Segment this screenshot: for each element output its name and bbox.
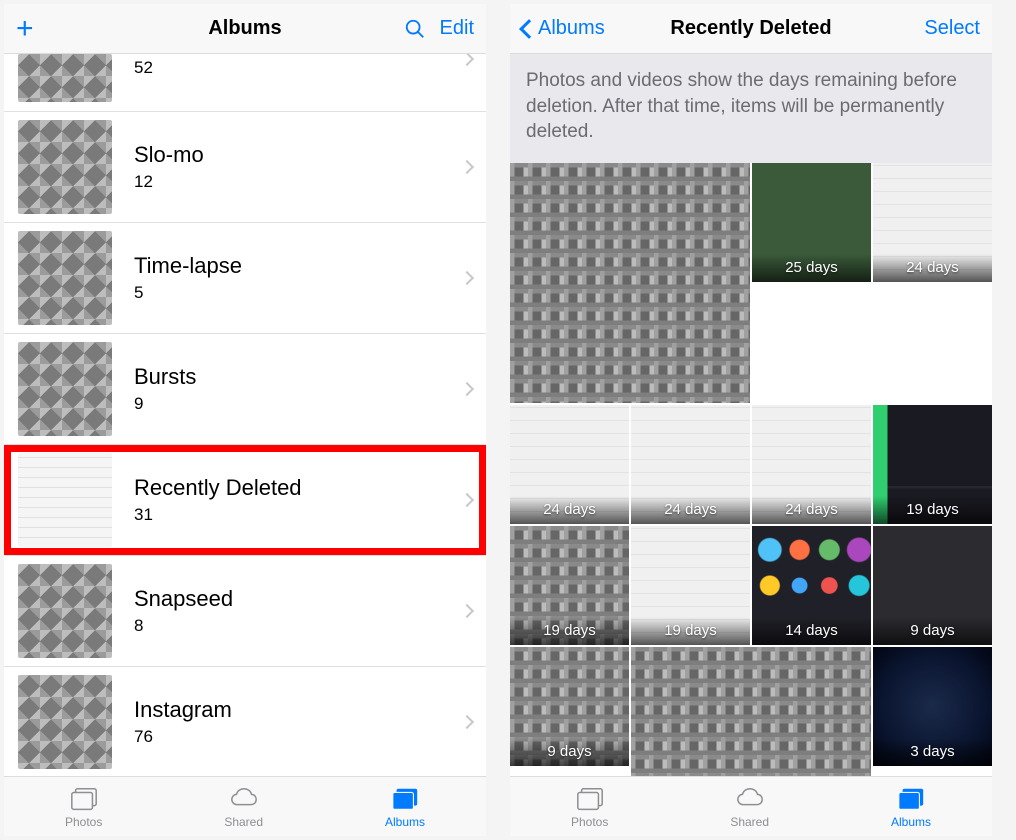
- tab-albums[interactable]: Albums: [385, 785, 425, 829]
- tab-shared-label: Shared: [224, 815, 263, 829]
- photo-thumbnail[interactable]: 19 days: [873, 405, 992, 524]
- album-row[interactable]: Time-lapse 5: [4, 223, 486, 334]
- album-thumbnail: [18, 120, 112, 214]
- album-name: Snapseed: [134, 586, 462, 612]
- photo-thumbnail[interactable]: [631, 647, 871, 776]
- chevron-right-icon: [460, 382, 474, 396]
- days-remaining-label: 19 days: [631, 617, 750, 645]
- album-thumbnail: [18, 675, 112, 769]
- photo-thumbnail[interactable]: 19 days: [510, 526, 629, 645]
- days-remaining-label: 19 days: [873, 496, 992, 524]
- days-remaining-label: 3 days: [873, 738, 992, 766]
- tab-shared-label: Shared: [730, 815, 769, 829]
- days-remaining-label: 25 days: [752, 254, 871, 282]
- chevron-right-icon: [460, 271, 474, 285]
- album-thumbnail: [18, 564, 112, 658]
- tab-shared[interactable]: Shared: [224, 785, 263, 829]
- album-meta: 52: [134, 54, 462, 78]
- days-remaining-label: 19 days: [510, 617, 629, 645]
- album-name: Time-lapse: [134, 253, 462, 279]
- album-row[interactable]: Snapseed 8: [4, 556, 486, 667]
- album-thumbnail: [18, 54, 112, 102]
- album-meta: Bursts 9: [134, 364, 462, 414]
- album-name: Bursts: [134, 364, 462, 390]
- days-remaining-label: 24 days: [752, 496, 871, 524]
- chevron-right-icon: [460, 493, 474, 507]
- chevron-right-icon: [460, 54, 474, 66]
- photo-thumbnail[interactable]: 3 days: [873, 647, 992, 766]
- photo-thumbnail[interactable]: 24 days: [510, 405, 629, 524]
- days-remaining-label: 24 days: [631, 496, 750, 524]
- tab-photos-label: Photos: [65, 815, 102, 829]
- search-icon[interactable]: [404, 18, 426, 40]
- album-count: 8: [134, 616, 462, 636]
- photo-thumbnail[interactable]: 24 days: [873, 163, 992, 282]
- tab-photos-label: Photos: [571, 815, 608, 829]
- album-count: 12: [134, 172, 462, 192]
- photo-thumbnail[interactable]: 9 days: [510, 647, 629, 766]
- tabbar: Photos Shared Albums: [4, 776, 486, 836]
- edit-button[interactable]: Edit: [440, 17, 474, 40]
- album-name: Slo-mo: [134, 142, 462, 168]
- photo-thumbnail[interactable]: 24 days: [631, 405, 750, 524]
- chevron-right-icon: [460, 604, 474, 618]
- navbar-deleted: Albums Recently Deleted Select: [510, 4, 992, 54]
- chevron-right-icon: [460, 160, 474, 174]
- tab-albums[interactable]: Albums: [891, 785, 931, 829]
- days-remaining-label: 14 days: [752, 617, 871, 645]
- photo-thumbnail[interactable]: [510, 163, 750, 403]
- album-row[interactable]: Bursts 9: [4, 334, 486, 445]
- album-row[interactable]: Instagram 76: [4, 667, 486, 776]
- chevron-right-icon: [460, 715, 474, 729]
- album-meta: Snapseed 8: [134, 586, 462, 636]
- album-row[interactable]: Slo-mo 12: [4, 112, 486, 223]
- days-remaining-label: 24 days: [510, 496, 629, 524]
- tab-albums-label: Albums: [385, 815, 425, 829]
- chevron-left-icon: [519, 19, 539, 39]
- photo-grid[interactable]: 25 days24 days24 days24 days24 days19 da…: [510, 163, 992, 776]
- photo-thumbnail[interactable]: 9 days: [873, 526, 992, 645]
- album-meta: Recently Deleted 31: [134, 475, 462, 525]
- phone-albums: + Albums Edit osxdaily.com 52Slo-mo12Tim…: [4, 4, 486, 836]
- albums-list[interactable]: 52 Slo-mo 12 Time-lapse 5 Bursts 9 Recently Del…: [4, 54, 486, 776]
- deleted-content: Photos and videos show the days remainin…: [510, 54, 992, 776]
- albums-list-container: osxdaily.com 52Slo-mo12Time-lapse5Bursts…: [4, 54, 486, 776]
- album-count: 5: [134, 283, 462, 303]
- photo-thumbnail[interactable]: 14 days: [752, 526, 871, 645]
- phone-recently-deleted: Albums Recently Deleted Select Photos an…: [510, 4, 992, 836]
- info-banner: Photos and videos show the days remainin…: [510, 54, 992, 163]
- days-remaining-label: 9 days: [873, 617, 992, 645]
- tab-shared[interactable]: Shared: [730, 785, 769, 829]
- tab-photos[interactable]: Photos: [571, 785, 608, 829]
- days-remaining-label: 9 days: [510, 738, 629, 766]
- back-label: Albums: [538, 17, 605, 40]
- album-row[interactable]: Recently Deleted 31: [4, 445, 486, 556]
- album-thumbnail: [18, 231, 112, 325]
- days-remaining-label: 24 days: [873, 254, 992, 282]
- tab-albums-label: Albums: [891, 815, 931, 829]
- select-button[interactable]: Select: [924, 17, 980, 40]
- album-thumbnail: [18, 342, 112, 436]
- add-album-button[interactable]: +: [16, 14, 34, 44]
- album-name: Instagram: [134, 697, 462, 723]
- tab-photos[interactable]: Photos: [65, 785, 102, 829]
- album-meta: Instagram 76: [134, 697, 462, 747]
- album-count: 76: [134, 727, 462, 747]
- back-button[interactable]: Albums: [522, 17, 605, 40]
- photo-thumbnail[interactable]: 24 days: [752, 405, 871, 524]
- navbar-albums: + Albums Edit: [4, 4, 486, 54]
- photo-thumbnail[interactable]: 19 days: [631, 526, 750, 645]
- album-thumbnail: [18, 453, 112, 547]
- album-name: Recently Deleted: [134, 475, 462, 501]
- album-row[interactable]: 52: [4, 54, 486, 112]
- tabbar: Photos Shared Albums: [510, 776, 992, 836]
- album-meta: Time-lapse 5: [134, 253, 462, 303]
- album-count: 52: [134, 58, 462, 78]
- album-count: 9: [134, 394, 462, 414]
- photo-thumbnail[interactable]: 25 days: [752, 163, 871, 282]
- album-count: 31: [134, 505, 462, 525]
- album-meta: Slo-mo 12: [134, 142, 462, 192]
